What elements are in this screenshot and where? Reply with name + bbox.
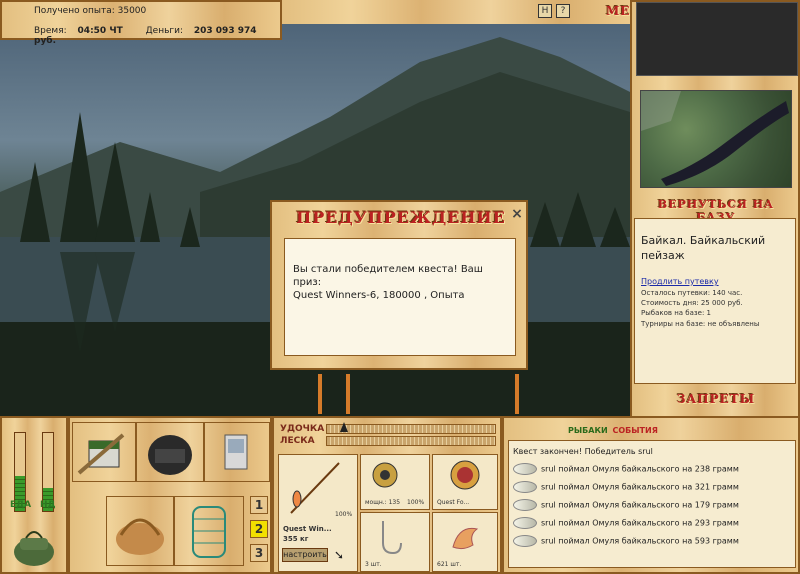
backpack-icon [148, 435, 192, 475]
needs-gauges: ЕДА НД [0, 416, 68, 574]
list-item: srul поймал Омуля байкальского на 293 гр… [513, 517, 739, 529]
keepnet-slot[interactable] [174, 496, 244, 566]
experience-value: 35000 [117, 6, 147, 16]
dialog-message: Вы стали победителем квеста! Ваш приз: Q… [284, 238, 516, 356]
arrow-down-right-icon: ➘ [334, 548, 345, 562]
fish-icon [513, 499, 537, 511]
message-line-2: Quest Winners-6, 180000 , Опыта [293, 290, 465, 301]
drink-label: НД [40, 500, 56, 510]
reel-power: мощн.: 135 [365, 499, 401, 506]
day-cost: Стоимость дня: 25 000 руб. [641, 299, 743, 307]
bans-button[interactable]: ЗАПРЕТЫ [636, 392, 796, 406]
backpack-bag-icon[interactable] [10, 524, 58, 570]
rod-holder [346, 374, 350, 414]
anglers-tab[interactable]: РЫБАКИ [568, 426, 608, 435]
catch-text: srul поймал Омуля байкальского на 593 гр… [541, 536, 739, 546]
inventory-panel: 1 2 3 [68, 416, 272, 574]
extend-trip-link[interactable]: Продлить путевку [641, 277, 719, 286]
rod-tension-bar [326, 424, 496, 434]
reel-condition: 100% [407, 499, 425, 506]
tournaments-status: Турниры на базе: не объявлены [641, 320, 760, 328]
events-panel: РЫБАКИ СОБЫТИЯ Квест закончен! Победител… [502, 416, 800, 574]
picnic-basket-icon [116, 518, 164, 555]
lake-map[interactable] [640, 90, 792, 188]
location-title: Байкал. Байкальский пейзаж [641, 234, 766, 262]
tension-marker-icon [340, 422, 348, 432]
tackle-panel: УДОЧКА ЛЕСКА Quest Win... 355 кг 100% мо… [272, 416, 502, 574]
rod-weight: 355 кг [283, 535, 309, 543]
bait-name: Quest Fo... [437, 499, 470, 506]
reel-icon [372, 462, 398, 488]
money-label: Деньги: [145, 26, 183, 36]
list-item: srul поймал Омуля байкальского на 179 гр… [513, 499, 739, 511]
ad-area [636, 2, 798, 76]
fish-icon [513, 481, 537, 493]
rod-holder [318, 374, 322, 414]
help-button[interactable]: ? [556, 4, 570, 18]
line-label: ЛЕСКА [280, 436, 315, 446]
events-header: РЫБАКИ СОБЫТИЯ [568, 426, 658, 435]
setup-button[interactable]: настроить [282, 548, 328, 562]
catch-text: srul поймал Омуля байкальского на 293 гр… [541, 518, 739, 528]
fish-icon [513, 517, 537, 529]
h-button[interactable]: H [538, 4, 552, 18]
time-value: 04:50 ЧТ [77, 26, 123, 36]
catch-text: srul поймал Омуля байкальского на 238 гр… [541, 464, 739, 474]
tackle-box-icon [77, 433, 125, 475]
top-toolbar: H ? МЕНЮ [282, 0, 658, 24]
slot-2-button[interactable]: 2 [250, 520, 268, 538]
list-item: srul поймал Омуля байкальского на 321 гр… [513, 481, 739, 493]
tackle-box-slot[interactable] [72, 422, 136, 482]
time-money-row: Время: 04:50 ЧТ Деньги: 203 093 974 руб. [34, 26, 280, 46]
quest-finished-message: Квест закончен! Победитель srul [513, 447, 653, 456]
trip-time-left: Осталось путевки: 140 час. [641, 289, 743, 297]
rod-icon [290, 462, 340, 514]
reel-slot[interactable]: мощн.: 135 100% [360, 454, 430, 510]
device-slot[interactable] [204, 422, 270, 482]
events-list: Квест закончен! Победитель srul srul пой… [508, 440, 796, 568]
rod-condition: 100% [335, 511, 353, 518]
experience-label: Получено опыта: [34, 6, 115, 16]
experience-row: Получено опыта: 35000 [34, 6, 146, 16]
list-item: srul поймал Омуля байкальского на 593 гр… [513, 535, 739, 547]
hook-icon [382, 521, 402, 555]
player-stats: Получено опыта: 35000 Время: 04:50 ЧТ Де… [0, 0, 282, 46]
warning-dialog: ПРЕДУПРЕЖДЕНИЕ × Вы стали победителем кв… [270, 200, 528, 370]
list-item: srul поймал Омуля байкальского на 238 гр… [513, 463, 739, 475]
slot-1-button[interactable]: 1 [250, 496, 268, 514]
hook-slot[interactable]: 3 шт. [360, 512, 430, 572]
bait-count: 621 шт. [437, 561, 462, 568]
rod-label: УДОЧКА [280, 424, 325, 434]
catch-text: srul поймал Омуля байкальского на 179 гр… [541, 500, 739, 510]
bait-box-slot[interactable]: Quest Fo... [432, 454, 498, 510]
shrimp-bait-icon [452, 527, 479, 550]
bait-slot[interactable]: 621 шт. [432, 512, 498, 572]
rod-name: Quest Win... [283, 525, 332, 533]
anglers-count: Рыбаков на базе: 1 [641, 309, 711, 317]
message-line-1: Вы стали победителем квеста! Ваш приз: [293, 264, 483, 288]
location-info: Байкал. Байкальский пейзаж Продлить путе… [634, 218, 796, 384]
backpack-slot[interactable] [136, 422, 204, 482]
hook-count: 3 шт. [365, 561, 382, 568]
dialog-title: ПРЕДУПРЕЖДЕНИЕ [296, 208, 506, 227]
catch-text: srul поймал Омуля байкальского на 321 гр… [541, 482, 739, 492]
time-label: Время: [34, 26, 67, 36]
slot-3-button[interactable]: 3 [250, 544, 268, 562]
echo-sounder-icon [224, 434, 248, 470]
events-tab[interactable]: СОБЫТИЯ [612, 426, 657, 435]
line-tension-bar [326, 436, 496, 446]
basket-slot[interactable] [106, 496, 174, 566]
lake-baikal-map-image [641, 91, 789, 186]
rod-holder [515, 374, 519, 414]
close-icon[interactable]: × [510, 207, 524, 221]
food-label: ЕДА [10, 500, 32, 510]
bait-box-icon [450, 460, 480, 490]
fish-icon [513, 463, 537, 475]
keepnet-icon [192, 506, 226, 558]
fish-icon [513, 535, 537, 547]
